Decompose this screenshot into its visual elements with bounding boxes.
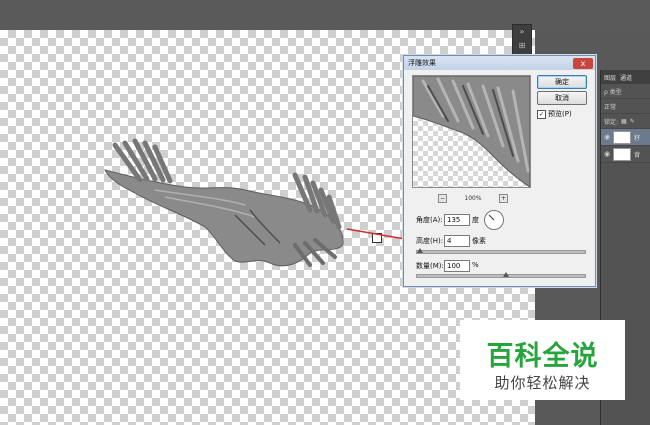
angle-label: 角度(A):	[416, 216, 443, 224]
zoom-value: 100%	[464, 194, 482, 202]
watermark-title: 百科全说	[486, 341, 599, 372]
close-button[interactable]: x	[573, 57, 593, 69]
options-bar	[0, 0, 650, 30]
emboss-dialog: 浮雕效果 x − 100% + 确定 取消 ✓ 预览(P) 角度(A): 135…	[403, 55, 596, 287]
blend-mode-value: 正常	[604, 103, 617, 111]
layer-thumbnail	[613, 130, 632, 144]
layer-filter-label: ρ 类型	[604, 88, 622, 96]
layer-name: 籽	[634, 134, 641, 142]
angle-dial-needle-icon	[488, 214, 495, 221]
history-icon[interactable]: ⊞	[513, 39, 531, 53]
lock-pixels-icon[interactable]: ▦	[621, 118, 627, 125]
height-slider-thumb[interactable]	[417, 248, 423, 253]
visibility-eye-icon[interactable]: ◉	[604, 133, 610, 141]
preview-emboss-image	[413, 76, 530, 187]
preview-zoom-controls: − 100% +	[438, 193, 508, 203]
height-label: 高度(H):	[416, 237, 444, 245]
lock-row: 锁定: ▦ ✎	[601, 114, 650, 129]
amount-label: 数量(M):	[416, 262, 444, 270]
visibility-eye-icon[interactable]: ◉	[604, 150, 610, 158]
angle-input[interactable]: 135	[444, 214, 470, 226]
layer-row[interactable]: ◉ 籽	[601, 129, 650, 146]
filter-preview[interactable]	[412, 75, 531, 188]
watermark-subtitle: 助你轻松解决	[494, 374, 591, 392]
zoom-in-button[interactable]: +	[499, 193, 508, 203]
layer-name: 背	[634, 151, 641, 159]
preview-checkbox-label: 预览(P)	[548, 110, 572, 118]
height-unit: 像素	[472, 237, 486, 245]
layer-row[interactable]: ◉ 背	[601, 146, 650, 163]
layer-thumbnail	[613, 147, 632, 161]
tab-layers[interactable]: 图层	[604, 73, 616, 82]
layer-filter[interactable]: ρ 类型	[601, 84, 650, 99]
watermark: 百科全说 助你轻松解决	[460, 320, 625, 400]
preview-checkbox-row[interactable]: ✓ 预览(P)	[537, 109, 572, 119]
dialog-titlebar[interactable]: 浮雕效果 x	[404, 56, 595, 70]
height-slider[interactable]	[416, 250, 586, 254]
amount-slider-thumb[interactable]	[503, 272, 509, 277]
dialog-title: 浮雕效果	[408, 59, 436, 67]
preview-checkbox[interactable]: ✓	[537, 109, 546, 119]
cancel-button[interactable]: 取消	[537, 91, 587, 105]
lock-brush-icon[interactable]: ✎	[630, 118, 635, 125]
amount-unit: %	[472, 261, 479, 269]
amount-input[interactable]: 100	[444, 260, 470, 272]
zoom-out-button[interactable]: −	[438, 193, 447, 203]
lock-label: 锁定:	[604, 118, 619, 126]
angle-unit: 度	[472, 216, 479, 224]
height-input[interactable]: 4	[444, 235, 470, 247]
amount-slider[interactable]	[416, 274, 586, 278]
blend-mode-select[interactable]: 正常	[601, 99, 650, 114]
angle-dial[interactable]	[484, 210, 504, 230]
ok-button[interactable]: 确定	[537, 75, 587, 89]
layers-panel-tabs: 图层 通道	[601, 70, 650, 84]
embossed-eagle-image	[104, 138, 344, 267]
tab-channels[interactable]: 通道	[620, 73, 632, 82]
expand-arrows-icon[interactable]: »	[513, 25, 531, 39]
